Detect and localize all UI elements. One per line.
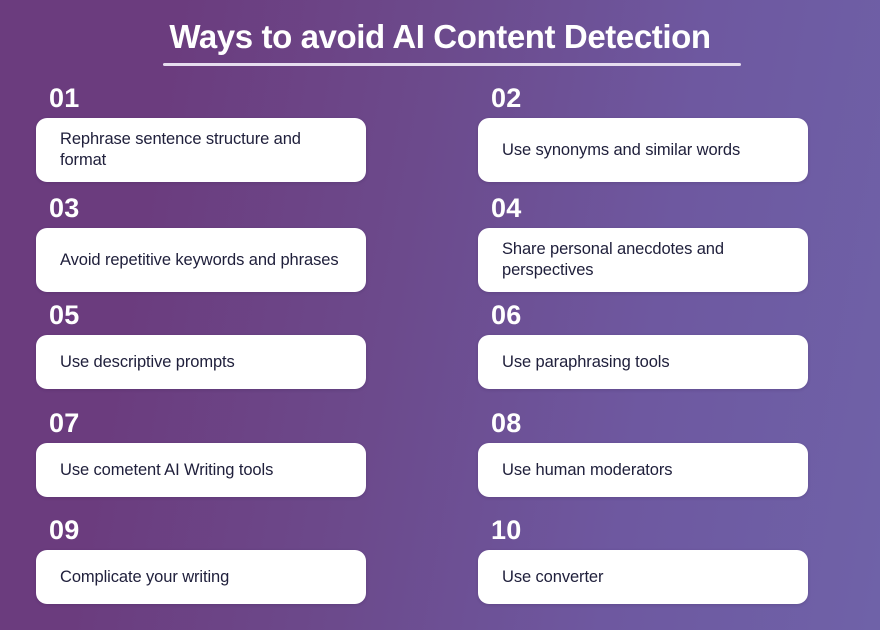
tip-item-01: 01 Rephrase sentence structure and forma…: [36, 78, 366, 188]
tip-item-03: 03 Avoid repetitive keywords and phrases: [36, 188, 366, 295]
tip-text: Use human moderators: [502, 460, 673, 479]
title-underline-divider: [163, 63, 741, 66]
tip-item-05: 05 Use descriptive prompts: [36, 295, 366, 403]
tip-item-04: 04 Share personal anecdotes and perspect…: [478, 188, 808, 295]
tip-card[interactable]: Use descriptive prompts: [36, 335, 366, 389]
tip-item-09: 09 Complicate your writing: [36, 510, 366, 615]
tip-text: Use cometent AI Writing tools: [60, 460, 274, 479]
tip-text: Use synonyms and similar words: [502, 140, 741, 159]
page-title: Ways to avoid AI Content Detection: [169, 18, 711, 55]
tip-number: 07: [49, 408, 80, 438]
tip-number: 06: [491, 300, 522, 330]
tip-card[interactable]: Use human moderators: [478, 443, 808, 497]
tip-card[interactable]: Share personal anecdotes and perspective…: [478, 228, 808, 292]
tip-number: 04: [491, 193, 522, 223]
tip-card[interactable]: Use synonyms and similar words: [478, 118, 808, 182]
tip-text: Avoid repetitive keywords and phrases: [60, 250, 339, 269]
tip-text: Use descriptive prompts: [60, 352, 235, 371]
tip-card[interactable]: Use converter: [478, 550, 808, 604]
tips-grid: 01 Rephrase sentence structure and forma…: [36, 78, 810, 615]
tip-number: 05: [49, 300, 80, 330]
tip-number: 10: [491, 515, 522, 545]
tip-text: Use converter: [502, 567, 604, 586]
tip-text: Share personal anecdotes and perspective…: [502, 240, 724, 279]
tip-item-10: 10 Use converter: [478, 510, 808, 615]
tip-text: Complicate your writing: [60, 567, 230, 586]
tip-number: 03: [49, 193, 80, 223]
tip-card[interactable]: Use cometent AI Writing tools: [36, 443, 366, 497]
tip-item-02: 02 Use synonyms and similar words: [478, 78, 808, 188]
tip-item-08: 08 Use human moderators: [478, 403, 808, 510]
tip-item-07: 07 Use cometent AI Writing tools: [36, 403, 366, 510]
tip-number: 02: [491, 83, 522, 113]
tip-number: 01: [49, 83, 80, 113]
tip-card[interactable]: Complicate your writing: [36, 550, 366, 604]
tip-card[interactable]: Avoid repetitive keywords and phrases: [36, 228, 366, 292]
tip-card[interactable]: Use paraphrasing tools: [478, 335, 808, 389]
infographic-poster: Ways to avoid AI Content Detection 01 Re…: [0, 0, 880, 630]
tip-number: 09: [49, 515, 80, 545]
tip-item-06: 06 Use paraphrasing tools: [478, 295, 808, 403]
tip-card[interactable]: Rephrase sentence structure and format: [36, 118, 366, 182]
tip-number: 08: [491, 408, 522, 438]
poster-header: Ways to avoid AI Content Detection: [0, 0, 880, 78]
tip-text: Use paraphrasing tools: [502, 352, 670, 371]
tip-text: Rephrase sentence structure and format: [60, 130, 301, 169]
